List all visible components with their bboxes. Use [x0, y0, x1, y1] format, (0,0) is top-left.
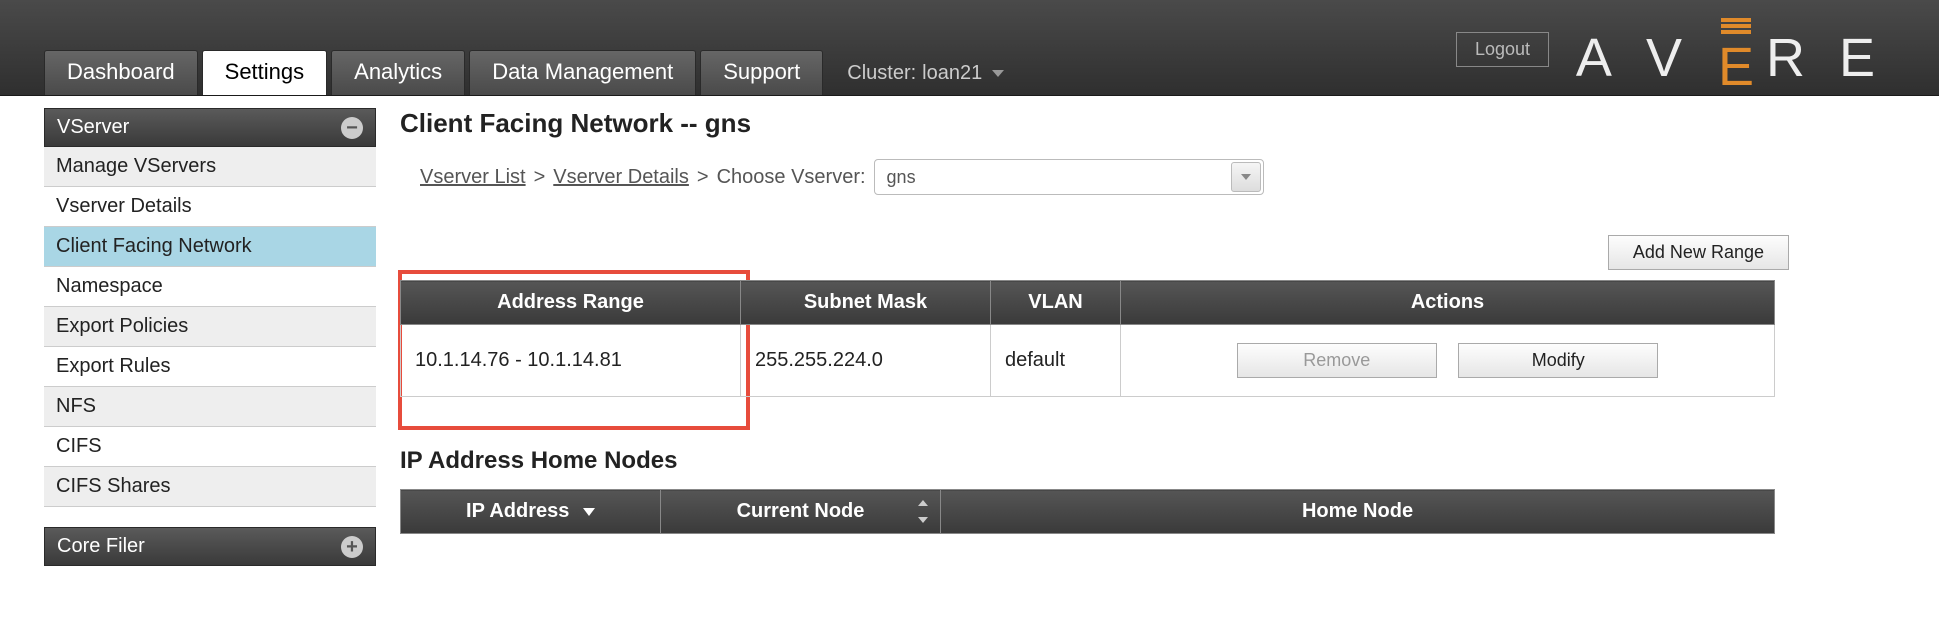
sidebar-item-namespace[interactable]: Namespace: [44, 267, 376, 307]
breadcrumb: Vserver List > Vserver Details > Choose …: [420, 159, 1899, 195]
sidebar-item-export-policies[interactable]: Export Policies: [44, 307, 376, 347]
sidebar-item-vserver-details[interactable]: Vserver Details: [44, 187, 376, 227]
logo-accent-bars-icon: [1721, 18, 1751, 34]
cell-vlan: default: [991, 325, 1121, 397]
col-vlan[interactable]: VLAN: [991, 281, 1121, 325]
expand-icon[interactable]: +: [341, 536, 363, 558]
col-home-node-label: Home Node: [1302, 500, 1413, 522]
table-row: 10.1.14.76 - 10.1.14.81 255.255.224.0 de…: [401, 325, 1775, 397]
tab-settings[interactable]: Settings: [202, 50, 328, 95]
breadcrumb-vserver-details[interactable]: Vserver Details: [553, 166, 689, 189]
logo-letter-e: E: [1716, 18, 1756, 98]
col-current-node-label: Current Node: [737, 500, 865, 522]
tab-data-management[interactable]: Data Management: [469, 50, 696, 95]
collapse-icon[interactable]: −: [341, 117, 363, 139]
logo-letter: A: [1576, 27, 1636, 89]
tab-analytics[interactable]: Analytics: [331, 50, 465, 95]
cluster-selector[interactable]: Cluster: loan21: [847, 62, 1004, 95]
cell-subnet-mask: 255.255.224.0: [741, 325, 991, 397]
chevron-down-icon: [1241, 174, 1251, 180]
sidebar-section-title: VServer: [57, 116, 129, 139]
sidebar-section-vserver[interactable]: VServer −: [44, 108, 376, 147]
col-subnet-mask[interactable]: Subnet Mask: [741, 281, 991, 325]
col-ip-address[interactable]: IP Address: [401, 490, 661, 534]
cluster-label-prefix: Cluster:: [847, 62, 916, 85]
col-current-node[interactable]: Current Node: [661, 490, 941, 534]
sidebar-item-cifs[interactable]: CIFS: [44, 427, 376, 467]
remove-button[interactable]: Remove: [1237, 343, 1437, 378]
breadcrumb-sep: >: [534, 166, 546, 189]
modify-button[interactable]: Modify: [1458, 343, 1658, 378]
col-ip-address-label: IP Address: [466, 500, 569, 522]
main-tabs: Dashboard Settings Analytics Data Manage…: [44, 50, 1004, 95]
logout-button[interactable]: Logout: [1456, 32, 1549, 67]
sidebar-item-export-rules[interactable]: Export Rules: [44, 347, 376, 387]
tab-dashboard[interactable]: Dashboard: [44, 50, 198, 95]
main-content: Client Facing Network -- gns Vserver Lis…: [400, 108, 1939, 566]
cell-actions: Remove Modify: [1121, 325, 1775, 397]
col-address-range[interactable]: Address Range: [401, 281, 741, 325]
col-actions: Actions: [1121, 281, 1775, 325]
logo-letter: R: [1766, 27, 1829, 89]
logo-letter: E: [1839, 27, 1899, 89]
sort-desc-icon: [583, 508, 595, 516]
col-home-node[interactable]: Home Node: [941, 490, 1775, 534]
logo-letter: V: [1646, 27, 1706, 89]
dropdown-button[interactable]: [1231, 162, 1261, 192]
cluster-name: loan21: [922, 62, 982, 85]
cell-address-range: 10.1.14.76 - 10.1.14.81: [401, 325, 741, 397]
vserver-select[interactable]: gns: [874, 159, 1264, 195]
breadcrumb-sep: >: [697, 166, 709, 189]
app-header: Logout A V E R E Dashboard Settings Anal…: [0, 0, 1939, 96]
sidebar-section-title: Core Filer: [57, 535, 145, 558]
brand-logo: A V E R E: [1576, 18, 1899, 98]
sidebar-item-nfs[interactable]: NFS: [44, 387, 376, 427]
breadcrumb-vserver-list[interactable]: Vserver List: [420, 166, 526, 189]
home-nodes-table: IP Address Current Node Home Node: [400, 489, 1775, 534]
page-title: Client Facing Network -- gns: [400, 108, 1899, 139]
chevron-down-icon: [992, 70, 1004, 77]
sidebar-item-client-facing-network[interactable]: Client Facing Network: [44, 227, 376, 267]
add-new-range-button[interactable]: Add New Range: [1608, 235, 1789, 270]
ip-home-nodes-title: IP Address Home Nodes: [400, 447, 1899, 475]
sidebar-item-manage-vservers[interactable]: Manage VServers: [44, 147, 376, 187]
sidebar: VServer − Manage VServers Vserver Detail…: [44, 108, 376, 566]
sidebar-item-cifs-shares[interactable]: CIFS Shares: [44, 467, 376, 507]
sidebar-section-core-filer[interactable]: Core Filer +: [44, 527, 376, 566]
choose-vserver-label: Choose Vserver:: [717, 166, 866, 189]
vserver-select-value: gns: [887, 167, 916, 188]
tab-support[interactable]: Support: [700, 50, 823, 95]
address-range-table: Address Range Subnet Mask VLAN Actions 1…: [400, 280, 1775, 397]
